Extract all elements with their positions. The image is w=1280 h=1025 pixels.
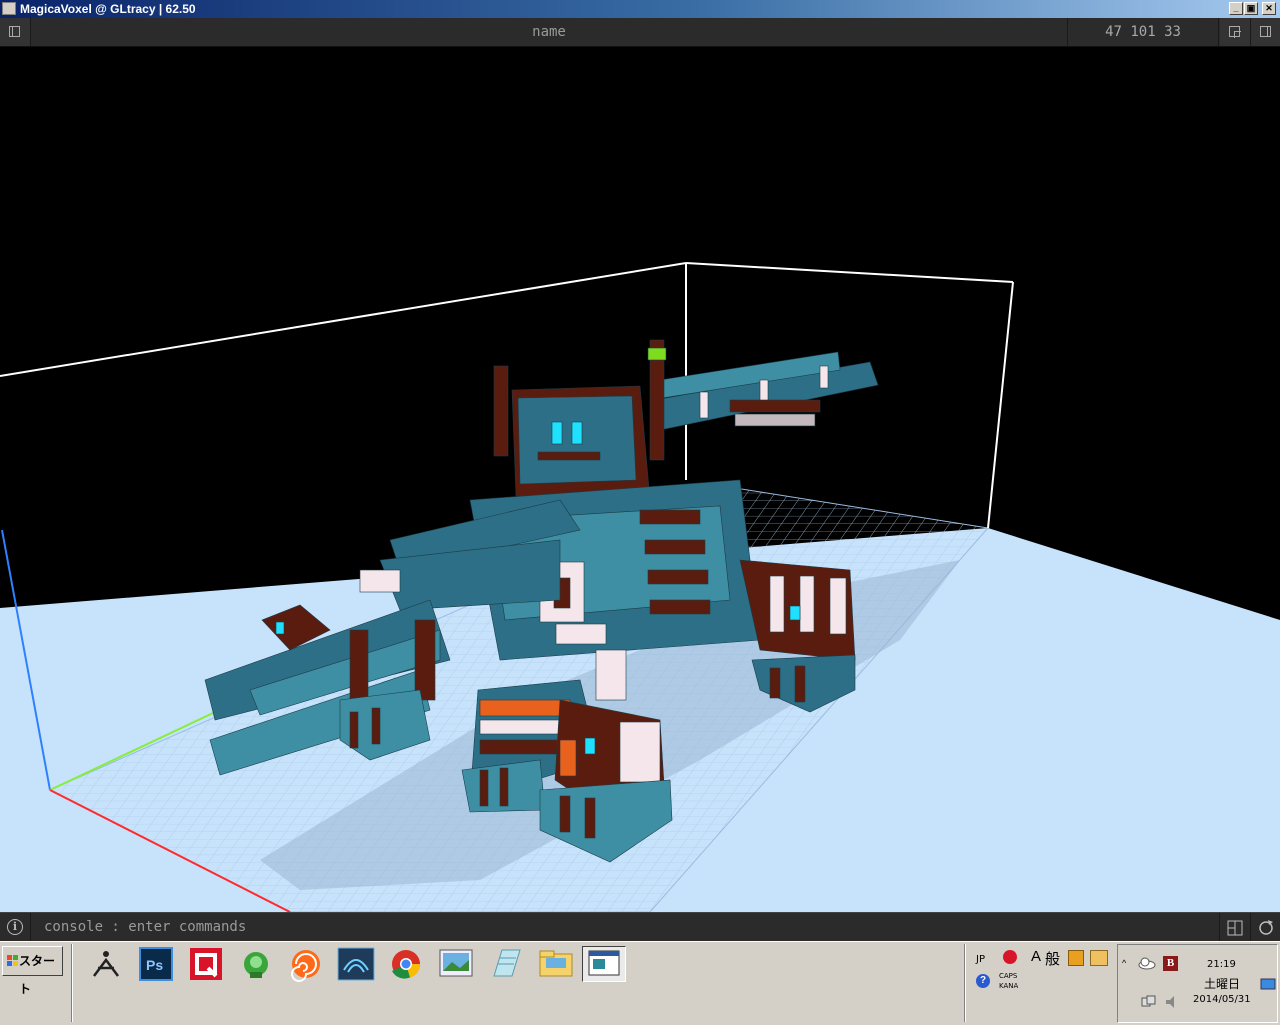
console-input[interactable]: console : enter commands (44, 913, 246, 942)
top-toolbar: name 47 101 33 (0, 18, 1280, 47)
start-label: スタート (19, 954, 56, 996)
clock-date[interactable]: 2014/05/31 (1193, 994, 1251, 1005)
ime-kanji-mode[interactable]: 般 (1045, 948, 1060, 969)
left-panel-toggle-button[interactable] (0, 18, 31, 46)
maya-icon[interactable] (334, 946, 378, 982)
info-button[interactable]: i (0, 913, 31, 942)
image-viewer-icon[interactable] (434, 946, 478, 982)
start-button[interactable]: スタート (2, 946, 63, 996)
ime-language[interactable]: JP (976, 954, 985, 965)
desktop-icon[interactable] (1260, 978, 1276, 992)
window-title: MagicaVoxel @ GLtracy | 62.50 (20, 2, 196, 16)
chrome-icon[interactable] (384, 946, 428, 982)
clock-day[interactable]: 土曜日 (1204, 975, 1240, 992)
right-panel-toggle-button[interactable] (1251, 18, 1280, 46)
ime-tool-icon[interactable] (1090, 950, 1108, 966)
voxel-viewport[interactable] (0, 47, 1280, 912)
title-bar: MagicaVoxel @ GLtracy | 62.50 _ ▣ ✕ (0, 0, 1280, 18)
windows-flag-icon (7, 955, 18, 966)
info-icon: i (7, 919, 23, 935)
photoshop-icon[interactable]: Ps (134, 946, 178, 982)
clock-time[interactable]: 21:19 (1207, 959, 1236, 970)
app-icon[interactable] (2, 2, 16, 15)
viewport-canvas[interactable] (0, 47, 1280, 912)
refresh-icon (1259, 920, 1273, 935)
kana-indicator: KANA (999, 982, 1019, 990)
svg-text:Ps: Ps (146, 957, 163, 973)
taskbar-separator (71, 944, 73, 1022)
green-app-icon[interactable] (234, 946, 278, 982)
windows-taskbar: スタート Ps JP A 般 ? CAPS KANA ^ B 21:19 土曜日… (0, 941, 1280, 1025)
magicavoxel-task-icon[interactable] (582, 946, 626, 982)
volume-icon[interactable] (1164, 994, 1180, 1010)
folder-icon[interactable] (534, 946, 578, 982)
layout-icon (1229, 26, 1241, 38)
panel-left-icon (9, 26, 20, 37)
caps-indicator: CAPS (999, 972, 1018, 980)
zbrush-icon[interactable] (84, 946, 128, 982)
restore-button[interactable]: ▣ (1244, 2, 1258, 15)
q-app-icon[interactable] (184, 946, 228, 982)
grid-layout-icon (1227, 920, 1243, 936)
tray-expand-icon[interactable]: ^ (1122, 958, 1126, 968)
cloud-icon[interactable] (1138, 956, 1156, 970)
console-refresh-button[interactable] (1250, 913, 1280, 942)
ime-input-mode[interactable]: A (1031, 948, 1041, 965)
model-dimensions-field[interactable]: 47 101 33 (1068, 18, 1219, 46)
console-layout-button[interactable] (1219, 913, 1250, 942)
help-icon[interactable]: ? (976, 974, 990, 988)
taskbar-separator (964, 944, 966, 1022)
layout-toggle-button[interactable] (1220, 18, 1251, 46)
houdini-icon[interactable] (284, 946, 328, 982)
tray-b-badge[interactable]: B (1163, 956, 1178, 971)
notepad-icon[interactable] (484, 946, 528, 982)
close-button[interactable]: ✕ (1262, 2, 1276, 15)
ime-dictionary-icon[interactable] (1068, 950, 1084, 966)
console-bar: i console : enter commands (0, 912, 1280, 942)
network-icon[interactable] (1140, 994, 1156, 1010)
ime-pad-icon[interactable] (1003, 950, 1017, 964)
panel-right-icon (1260, 26, 1271, 37)
minimize-button[interactable]: _ (1229, 2, 1243, 15)
model-name-field[interactable]: name (31, 18, 1068, 46)
